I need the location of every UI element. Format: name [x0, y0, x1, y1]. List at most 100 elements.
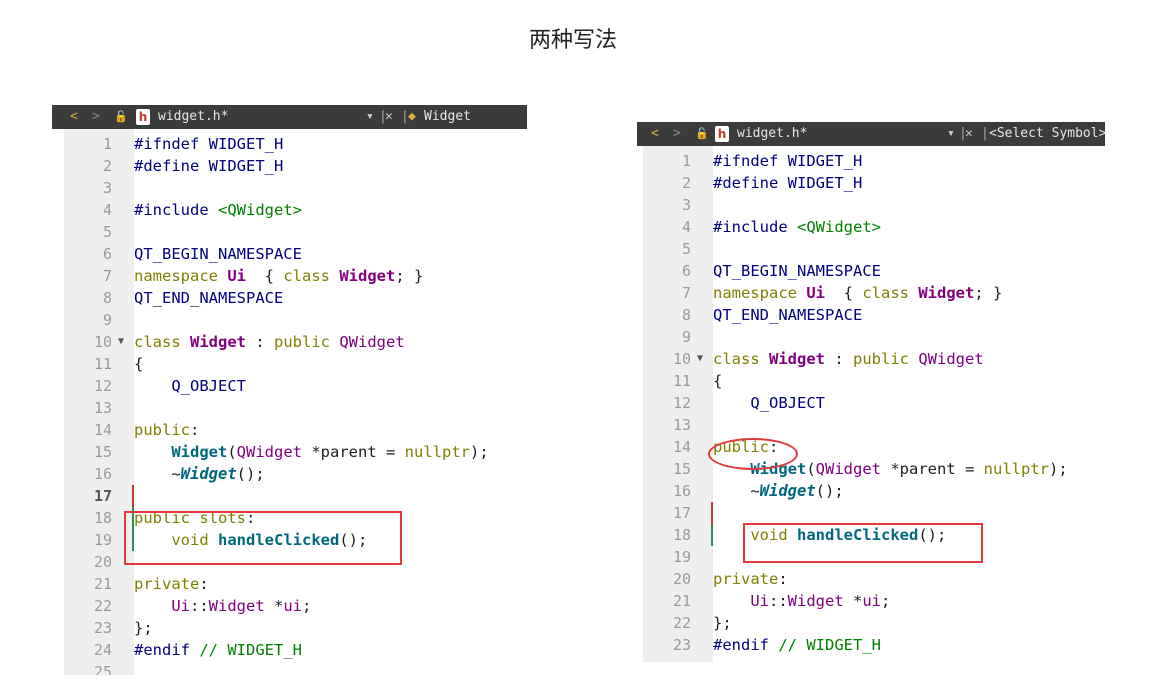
code-line[interactable]: QT_END_NAMESPACE [134, 287, 283, 309]
header-file-icon: h [715, 126, 729, 142]
code-line[interactable]: public: [134, 419, 199, 441]
line-number: 18 [672, 526, 691, 544]
code-line[interactable]: }; [134, 617, 153, 639]
code-token: parent = [899, 460, 984, 478]
code-line[interactable]: class Widget : public QWidget [134, 331, 405, 353]
line-number: 7 [102, 267, 112, 285]
code-line[interactable]: Widget(QWidget *parent = nullptr); [134, 441, 489, 463]
code-token: Widget [180, 465, 237, 483]
code-token: ; } [395, 267, 424, 285]
code-token: Widget [769, 350, 825, 368]
symbol-selector[interactable]: Widget [424, 105, 471, 129]
code-token: QT_BEGIN_NAMESPACE [713, 262, 881, 280]
page-title: 两种写法 [528, 28, 617, 53]
code-line[interactable]: private: [713, 568, 788, 590]
code-token: * [881, 460, 900, 478]
code-token: #define WIDGET_H [713, 174, 863, 192]
file-dropdown-icon[interactable]: ▾ [366, 105, 374, 129]
line-number: 8 [681, 306, 691, 324]
code-token: QT_END_NAMESPACE [134, 289, 284, 307]
fold-arrow-icon[interactable]: ▼ [697, 348, 703, 370]
fold-arrow-icon[interactable]: ▼ [118, 331, 124, 353]
code-line[interactable]: class Widget : public QWidget [713, 348, 984, 370]
lock-icon[interactable]: 🔓 [114, 105, 128, 129]
line-number: 5 [102, 223, 112, 241]
code-token: { [246, 267, 284, 285]
back-icon[interactable]: < [651, 122, 659, 146]
line-number: 23 [672, 636, 691, 654]
forward-icon[interactable]: > [92, 105, 100, 129]
editor-tab-bar: < > 🔓 h widget.h* ▾ | ✕ | <Select Symbol… [637, 122, 1105, 146]
code-line[interactable]: Q_OBJECT [713, 392, 825, 414]
code-token: class [713, 350, 769, 368]
code-area[interactable]: #ifndef WIDGET_H #define WIDGET_H #include… [134, 129, 527, 675]
code-token: * [264, 597, 284, 615]
code-line[interactable]: #define WIDGET_H [713, 172, 862, 194]
code-line[interactable]: #ifndef WIDGET_H [713, 150, 862, 172]
code-line[interactable]: namespace Ui { class Widget; } [713, 282, 1002, 304]
code-token: public [853, 350, 919, 368]
code-token: ~ [134, 465, 181, 483]
code-token: <QWidget> [797, 218, 881, 236]
code-token: ( [806, 460, 816, 478]
code-line[interactable]: ~Widget(); [713, 480, 843, 502]
code-line[interactable]: QT_BEGIN_NAMESPACE [134, 243, 302, 265]
code-token: namespace [134, 267, 228, 285]
code-token: ui [283, 597, 303, 615]
code-token: #endif [134, 641, 200, 659]
code-line[interactable]: #include <QWidget> [134, 199, 302, 221]
line-number: 6 [681, 262, 691, 280]
code-line[interactable]: }; [713, 612, 732, 634]
code-line[interactable]: namespace Ui { class Widget; } [134, 265, 423, 287]
code-token: { [713, 372, 723, 390]
code-area[interactable]: #ifndef WIDGET_H #define WIDGET_H #include… [713, 146, 1105, 662]
line-number: 20 [672, 570, 691, 588]
close-icon[interactable]: ✕ [385, 105, 393, 129]
code-line[interactable]: QT_END_NAMESPACE [713, 304, 862, 326]
code-token: Widget [171, 443, 228, 461]
code-token: ( [227, 443, 237, 461]
code-line[interactable]: QT_BEGIN_NAMESPACE [713, 260, 881, 282]
code-token: ; [302, 597, 312, 615]
code-token: #endif [713, 636, 779, 654]
code-line[interactable]: #endif // WIDGET_H [134, 639, 302, 661]
line-number: 20 [93, 553, 112, 571]
code-token: <QWidget> [218, 201, 302, 219]
code-token: ; } [974, 284, 1003, 302]
lock-icon[interactable]: 🔓 [695, 122, 709, 146]
file-dropdown-icon[interactable]: ▾ [947, 122, 955, 146]
file-name[interactable]: widget.h* [158, 105, 228, 129]
code-line[interactable]: #include <QWidget> [713, 216, 881, 238]
symbol-selector[interactable]: <Select Symbol> [989, 122, 1105, 146]
code-line[interactable]: { [134, 353, 143, 375]
code-token: :: [190, 597, 209, 615]
code-line[interactable]: Ui::Widget *ui; [134, 595, 311, 617]
line-number: 15 [93, 443, 112, 461]
code-token: : [199, 575, 209, 593]
line-number: 1 [102, 135, 112, 153]
code-line[interactable]: Q_OBJECT [134, 375, 246, 397]
left-code-editor[interactable]: < > 🔓 h widget.h* ▾ | ✕ | ◆ Widget 12345… [52, 105, 527, 675]
code-token: namespace [713, 284, 807, 302]
code-line[interactable]: Ui::Widget *ui; [713, 590, 890, 612]
code-token: nullptr [983, 460, 1049, 478]
forward-icon[interactable]: > [673, 122, 681, 146]
code-line[interactable]: #endif // WIDGET_H [713, 634, 881, 656]
code-token: ); [1049, 460, 1068, 478]
code-line[interactable]: #define WIDGET_H [134, 155, 283, 177]
right-code-editor[interactable]: < > 🔓 h widget.h* ▾ | ✕ | <Select Symbol… [637, 122, 1105, 662]
line-number: 12 [672, 394, 691, 412]
code-token: ~ [713, 482, 760, 500]
close-icon[interactable]: ✕ [965, 122, 973, 146]
line-number: 10 [672, 350, 691, 368]
code-line[interactable]: { [713, 370, 722, 392]
code-line[interactable]: ~Widget(); [134, 463, 264, 485]
code-token: Q_OBJECT [171, 377, 246, 395]
code-line[interactable]: private: [134, 573, 209, 595]
code-token: Ui [750, 592, 769, 610]
file-name[interactable]: widget.h* [737, 122, 807, 146]
code-line[interactable]: #ifndef WIDGET_H [134, 133, 283, 155]
back-icon[interactable]: < [70, 105, 78, 129]
code-token: ); [470, 443, 489, 461]
